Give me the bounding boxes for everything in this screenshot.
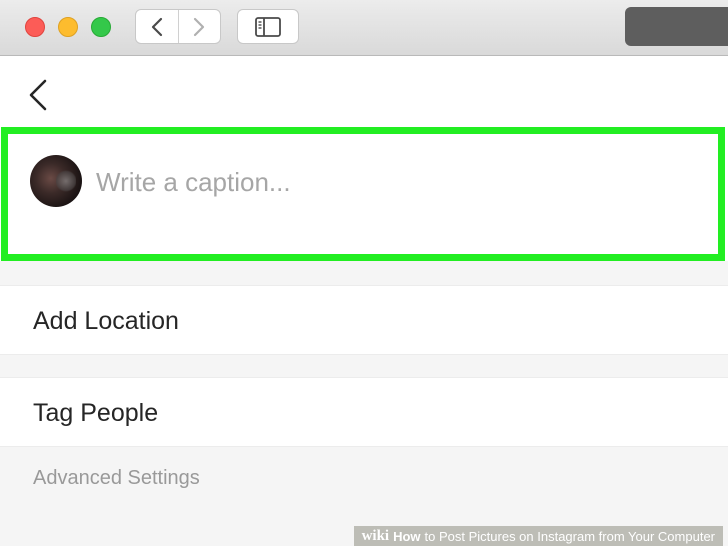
browser-back-button[interactable] [136,10,178,43]
caption-input[interactable] [96,162,696,202]
back-button[interactable] [26,79,50,111]
add-location-row[interactable]: Add Location [0,285,728,355]
browser-forward-button[interactable] [177,10,221,43]
address-bar[interactable] [625,7,728,46]
wikihow-watermark: wiki How to Post Pictures on Instagram f… [353,526,723,546]
avatar [30,155,82,207]
browser-titlebar [0,0,728,56]
section-divider [0,355,728,377]
watermark-how: How [393,528,421,544]
close-window-button[interactable] [25,17,45,37]
tag-people-row[interactable]: Tag People [0,377,728,447]
caption-section [1,127,725,261]
sidebar-toggle-button[interactable] [237,9,299,44]
app-header [0,57,728,127]
minimize-window-button[interactable] [58,17,78,37]
page: Add Location Tag People Advanced Setting… [0,0,728,546]
zoom-window-button[interactable] [91,17,111,37]
section-divider [0,261,728,285]
tag-people-label: Tag People [33,399,159,427]
watermark-title: to Post Pictures on Instagram from Your … [424,528,715,544]
back-arrow-icon [29,79,47,111]
browser-nav-buttons [135,9,221,44]
add-location-label: Add Location [33,307,179,335]
chevron-left-icon [151,17,162,36]
chevron-right-icon [194,17,205,36]
advanced-settings-label[interactable]: Advanced Settings [33,467,200,490]
sidebar-icon [255,16,281,37]
watermark-wiki: wiki [361,527,390,544]
